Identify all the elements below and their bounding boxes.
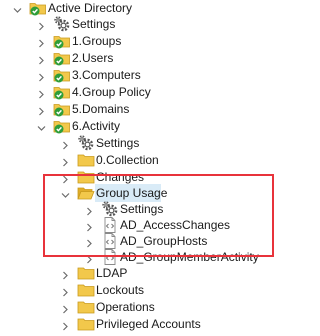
chevron-right-icon[interactable] <box>61 269 70 280</box>
chevron-right-icon[interactable] <box>37 71 46 82</box>
tree-item-privileged-accounts[interactable]: Privileged Accounts <box>0 315 284 333</box>
tree-item-label: 4.Group Policy <box>72 85 151 99</box>
folder-icon <box>77 264 95 282</box>
tree-item-lockouts[interactable]: Lockouts <box>0 281 284 299</box>
chevron-down-icon[interactable] <box>37 122 46 131</box>
chevron-right-icon[interactable] <box>37 105 46 116</box>
folder-check-icon <box>53 83 71 101</box>
folder-icon <box>77 298 95 316</box>
tree-item-label: LDAP <box>96 266 128 280</box>
tree-item-settings[interactable]: Settings <box>0 134 284 152</box>
tree-item-1-groups[interactable]: 1.Groups <box>0 32 284 50</box>
tree-item-label: Settings <box>96 136 140 150</box>
chevron-down-icon[interactable] <box>13 4 22 13</box>
tree-item-label: 2.Users <box>72 51 114 65</box>
tree-item-label: 5.Domains <box>72 102 130 116</box>
tree-item-settings[interactable]: Settings <box>0 15 284 33</box>
tree-item-2-users[interactable]: 2.Users <box>0 49 284 67</box>
chevron-right-icon[interactable] <box>61 286 70 297</box>
chevron-right-icon[interactable] <box>37 54 46 65</box>
folder-check-icon <box>53 117 71 135</box>
folder-icon <box>77 151 95 169</box>
tree-item-label: 0.Collection <box>96 153 159 167</box>
tree-item-5-domains[interactable]: 5.Domains <box>0 100 284 118</box>
folder-check-icon <box>53 66 71 84</box>
tree-item-label: Active Directory <box>48 1 133 15</box>
tree-item-label: 1.Groups <box>72 34 122 48</box>
tree-item-label: Privileged Accounts <box>96 317 201 331</box>
tree-item-operations[interactable]: Operations <box>0 298 284 316</box>
chevron-right-icon[interactable] <box>37 37 46 48</box>
tree-item-label: Operations <box>96 300 155 314</box>
gears-icon <box>53 15 71 33</box>
chevron-right-icon[interactable] <box>37 20 46 31</box>
gears-icon <box>77 134 95 152</box>
tree-item-ldap[interactable]: LDAP <box>0 264 284 282</box>
folder-check-icon <box>53 32 71 50</box>
tree-item-label: 6.Activity <box>72 119 121 133</box>
chevron-right-icon[interactable] <box>61 156 70 167</box>
tree-item-3-computers[interactable]: 3.Computers <box>0 66 284 84</box>
tree-item-label: Lockouts <box>96 283 145 297</box>
folder-icon <box>77 315 95 333</box>
chevron-right-icon[interactable] <box>61 139 70 150</box>
folder-check-icon <box>53 100 71 118</box>
tree-item-label: 3.Computers <box>72 68 141 82</box>
chevron-right-icon[interactable] <box>61 303 70 314</box>
tree-item-6-activity[interactable]: 6.Activity <box>0 117 284 135</box>
tree-item-0-collection[interactable]: 0.Collection <box>0 151 284 169</box>
chevron-right-icon[interactable] <box>61 320 70 331</box>
folder-icon <box>77 281 95 299</box>
tree-item-4-group-policy[interactable]: 4.Group Policy <box>0 83 284 101</box>
chevron-right-icon[interactable] <box>37 88 46 99</box>
folder-check-icon <box>53 49 71 67</box>
tree-item-label: Settings <box>72 17 116 31</box>
highlight-annotation-box <box>43 174 274 257</box>
